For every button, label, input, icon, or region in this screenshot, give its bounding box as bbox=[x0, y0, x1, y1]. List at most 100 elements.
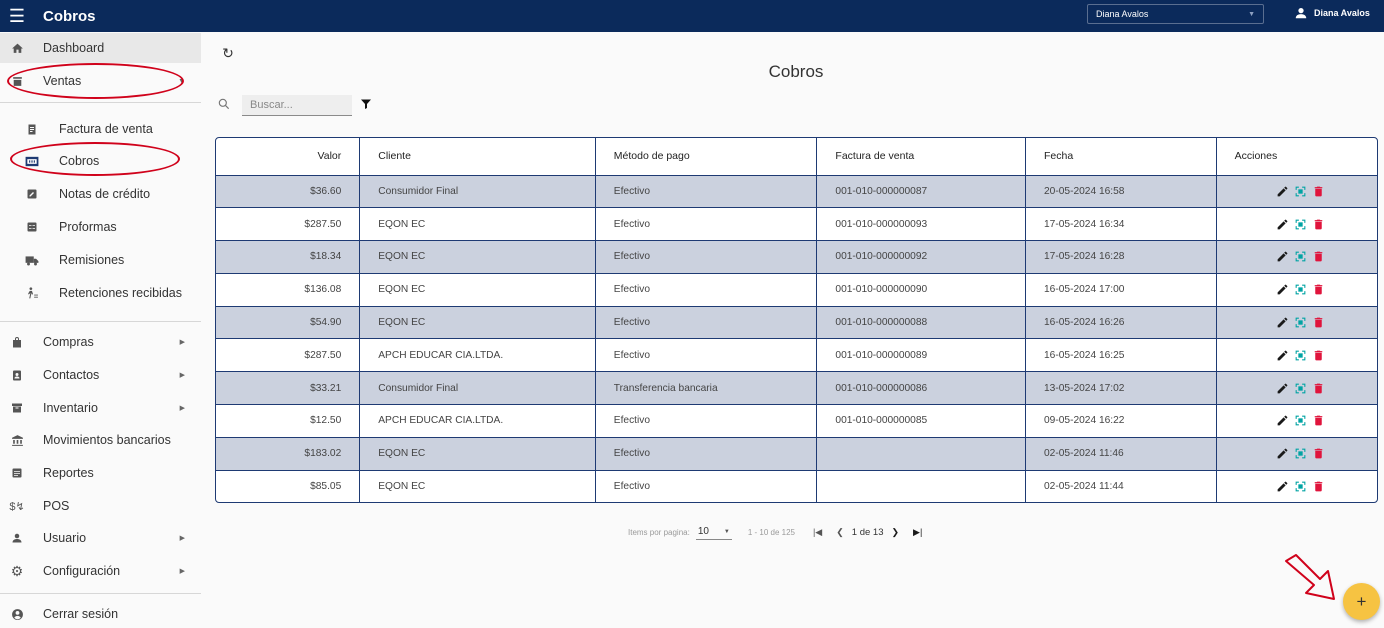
user-menu[interactable]: Diana Avalos bbox=[1294, 6, 1370, 20]
cell-metodo-de-pago: Efectivo bbox=[595, 240, 818, 274]
view-icon[interactable] bbox=[1294, 349, 1307, 362]
cell-fecha: 17-05-2024 16:34 bbox=[1025, 207, 1217, 242]
cell-valor: $33.21 bbox=[216, 371, 361, 406]
sidebar-item-movimientos-bancarios[interactable]: Movimientos bancarios bbox=[0, 425, 201, 455]
receipt-icon bbox=[24, 121, 40, 137]
delete-icon[interactable] bbox=[1312, 185, 1325, 198]
table-row[interactable]: $287.50 APCH EDUCAR CIA.LTDA. Efectivo 001-… bbox=[216, 338, 1377, 373]
cell-cliente: Consumidor Final bbox=[359, 371, 596, 406]
divider bbox=[0, 102, 201, 103]
sidebar-item-configuracion[interactable]: ⚙ Configuración ▶ bbox=[0, 556, 201, 586]
sidebar-item-compras[interactable]: Compras ▶ bbox=[0, 327, 201, 357]
view-icon[interactable] bbox=[1294, 283, 1307, 296]
filter-icon[interactable] bbox=[360, 98, 372, 110]
delete-icon[interactable] bbox=[1312, 382, 1325, 395]
sidebar-item-contactos[interactable]: Contactos ▶ bbox=[0, 360, 201, 390]
delete-icon[interactable] bbox=[1312, 218, 1325, 231]
edit-icon[interactable] bbox=[1276, 480, 1289, 493]
table-row[interactable]: $183.02 EQON EC Efectivo 02-05-2024 11:46 bbox=[216, 437, 1377, 471]
sidebar-item-label: Reportes bbox=[43, 466, 94, 480]
sidebar-item-dashboard[interactable]: Dashboard bbox=[0, 33, 201, 63]
view-icon[interactable] bbox=[1294, 218, 1307, 231]
bank-icon bbox=[9, 432, 25, 448]
edit-icon[interactable] bbox=[1276, 250, 1289, 263]
user-select[interactable]: Diana Avalos ▼ bbox=[1087, 4, 1264, 24]
delete-icon[interactable] bbox=[1312, 316, 1325, 329]
delete-icon[interactable] bbox=[1312, 283, 1325, 296]
sidebar-item-factura-de-venta[interactable]: Factura de venta bbox=[0, 114, 201, 144]
row-actions bbox=[1276, 250, 1325, 263]
view-icon[interactable] bbox=[1294, 382, 1307, 395]
next-page-icon[interactable]: ❯ bbox=[891, 527, 899, 538]
column-header-cliente[interactable]: Cliente bbox=[359, 138, 596, 176]
sidebar-item-cobros[interactable]: Cobros bbox=[0, 146, 201, 176]
view-icon[interactable] bbox=[1294, 447, 1307, 460]
edit-icon[interactable] bbox=[1276, 447, 1289, 460]
cell-cliente: EQON EC bbox=[359, 437, 596, 471]
cell-metodo-de-pago: Efectivo bbox=[595, 273, 818, 307]
view-icon[interactable] bbox=[1294, 480, 1307, 493]
note-icon bbox=[24, 186, 40, 202]
delete-icon[interactable] bbox=[1312, 414, 1325, 427]
cell-metodo-de-pago: Efectivo bbox=[595, 404, 818, 438]
cell-acciones bbox=[1216, 338, 1377, 373]
delete-icon[interactable] bbox=[1312, 349, 1325, 362]
view-icon[interactable] bbox=[1294, 250, 1307, 263]
last-page-icon[interactable]: ▶| bbox=[913, 527, 922, 538]
sidebar-item-remisiones[interactable]: Remisiones bbox=[0, 245, 201, 275]
add-cobro-button[interactable]: + bbox=[1343, 583, 1380, 620]
table-row[interactable]: $136.08 EQON EC Efectivo 001-010-000000090 1… bbox=[216, 273, 1377, 307]
sidebar-item-notas-de-credito[interactable]: Notas de crédito bbox=[0, 179, 201, 209]
refresh-icon[interactable]: ↻ bbox=[220, 45, 236, 61]
view-icon[interactable] bbox=[1294, 414, 1307, 427]
page-size-select[interactable]: 10 ▼ bbox=[695, 524, 732, 540]
delete-icon[interactable] bbox=[1312, 480, 1325, 493]
edit-icon[interactable] bbox=[1276, 382, 1289, 395]
payments-icon bbox=[24, 153, 40, 169]
table-row[interactable]: $287.50 EQON EC Efectivo 001-010-000000093 1… bbox=[216, 207, 1377, 242]
cell-fecha: 09-05-2024 16:22 bbox=[1025, 404, 1217, 438]
sidebar-item-usuario[interactable]: Usuario ▶ bbox=[0, 523, 201, 553]
delete-icon[interactable] bbox=[1312, 447, 1325, 460]
table-row[interactable]: $33.21 Consumidor Final Transferencia banc… bbox=[216, 371, 1377, 406]
table-row[interactable]: $12.50 APCH EDUCAR CIA.LTDA. Efectivo 001-0… bbox=[216, 404, 1377, 438]
sidebar-item-reportes[interactable]: Reportes bbox=[0, 458, 201, 488]
table-row[interactable]: $85.05 EQON EC Efectivo 02-05-2024 11:44 bbox=[216, 470, 1377, 502]
column-header-factura-de-venta[interactable]: Factura de venta bbox=[816, 138, 1027, 176]
edit-icon[interactable] bbox=[1276, 349, 1289, 362]
row-actions bbox=[1276, 349, 1325, 362]
table-row[interactable]: $18.34 EQON EC Efectivo 001-010-000000092 17… bbox=[216, 240, 1377, 274]
bag-icon bbox=[9, 334, 25, 350]
cell-valor: $12.50 bbox=[216, 404, 361, 438]
table-row[interactable]: $54.90 EQON EC Efectivo 001-010-000000088 16… bbox=[216, 306, 1377, 340]
previous-page-icon[interactable]: ❮ bbox=[836, 527, 844, 538]
edit-icon[interactable] bbox=[1276, 283, 1289, 296]
menu-icon[interactable]: ☰ bbox=[0, 0, 34, 32]
column-header-metodo-de-pago[interactable]: Método de pago bbox=[595, 138, 818, 176]
view-icon[interactable] bbox=[1294, 185, 1307, 198]
withholding-icon bbox=[24, 285, 40, 301]
column-header-fecha[interactable]: Fecha bbox=[1025, 138, 1217, 176]
cell-cliente: EQON EC bbox=[359, 470, 596, 502]
sidebar-item-label: Cerrar sesión bbox=[43, 607, 119, 621]
sidebar-item-inventario[interactable]: Inventario ▶ bbox=[0, 393, 201, 423]
sidebar-item-retenciones-recibidas[interactable]: Retenciones recibidas bbox=[0, 278, 201, 308]
table-row[interactable]: $36.60 Consumidor Final Efectivo 001-010-00… bbox=[216, 175, 1377, 209]
sidebar-item-ventas[interactable]: Ventas ▼ bbox=[0, 66, 201, 96]
sidebar-item-cerrar-sesion[interactable]: Cerrar sesión bbox=[0, 599, 201, 628]
sidebar-item-pos[interactable]: $↯ POS bbox=[0, 491, 201, 521]
row-actions bbox=[1276, 447, 1325, 460]
delete-icon[interactable] bbox=[1312, 250, 1325, 263]
search-icon bbox=[218, 98, 230, 110]
view-icon[interactable] bbox=[1294, 316, 1307, 329]
edit-icon[interactable] bbox=[1276, 316, 1289, 329]
edit-icon[interactable] bbox=[1276, 185, 1289, 198]
column-header-valor[interactable]: Valor bbox=[216, 138, 361, 176]
edit-icon[interactable] bbox=[1276, 218, 1289, 231]
sidebar-item-proformas[interactable]: Proformas bbox=[0, 212, 201, 242]
cell-fecha: 16-05-2024 16:26 bbox=[1025, 306, 1217, 340]
cell-metodo-de-pago: Efectivo bbox=[595, 470, 818, 502]
search-input[interactable] bbox=[242, 95, 352, 116]
edit-icon[interactable] bbox=[1276, 414, 1289, 427]
first-page-icon[interactable]: |◀ bbox=[813, 527, 822, 538]
